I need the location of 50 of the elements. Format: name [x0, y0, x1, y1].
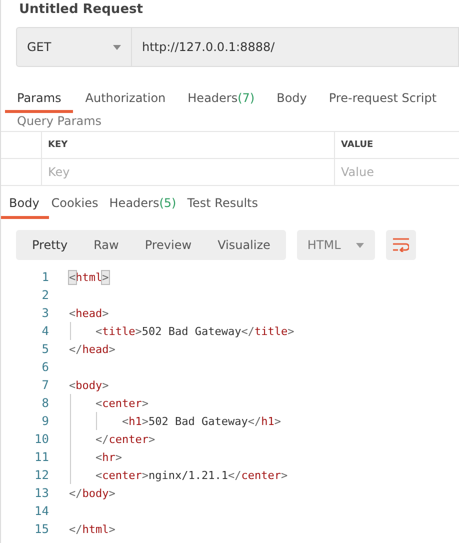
view-mode-button[interactable]: Visualize — [210, 238, 278, 252]
column-header: KEY — [41, 132, 334, 159]
response-tab[interactable]: Cookies — [51, 192, 98, 219]
column-header: VALUE — [334, 132, 459, 159]
code-line: <body> — [69, 378, 109, 392]
format-dropdown[interactable]: HTML — [297, 230, 376, 260]
line-number: 1 — [40, 270, 49, 284]
code-line: </center> — [94, 432, 156, 446]
request-title: Untitled Request — [18, 1, 144, 18]
request-tab[interactable]: Pre-request Script — [328, 87, 437, 113]
line-number: 14 — [34, 504, 49, 518]
caret-icon — [356, 242, 364, 248]
line-number: 2 — [40, 288, 49, 302]
code-line: <center>nginx/1.21.1</center> — [94, 468, 288, 482]
request-tab[interactable]: Params — [5, 87, 74, 113]
request-tab[interactable]: Authorization — [85, 87, 166, 113]
view-mode-button[interactable]: Raw — [86, 238, 127, 252]
line-number: 5 — [40, 342, 49, 356]
line-number: 4 — [40, 324, 49, 338]
response-tab[interactable]: Test Results — [187, 192, 258, 219]
line-number: 13 — [34, 486, 49, 500]
code-line: <hr> — [94, 450, 122, 464]
line-number: 6 — [40, 360, 49, 374]
view-mode-button[interactable]: Preview — [136, 238, 200, 252]
request-tab[interactable]: Body — [276, 87, 307, 113]
line-number: 15 — [34, 522, 49, 536]
code-line: </html> — [69, 522, 116, 536]
wrap-lines-button[interactable] — [386, 230, 416, 260]
caret-icon — [113, 44, 121, 50]
request-tab[interactable]: Headers(7) — [188, 87, 255, 113]
code-line: <center> — [94, 396, 148, 410]
view-mode-button[interactable]: Pretty — [24, 238, 76, 252]
code-line: </head> — [69, 342, 116, 356]
code-line: </body> — [69, 486, 116, 500]
code-line: <head> — [69, 306, 109, 320]
response-tab[interactable]: Headers(5) — [109, 192, 176, 219]
line-number: 11 — [34, 450, 49, 464]
code-line: <title>502 Bad Gateway</title> — [94, 324, 294, 338]
line-number: 7 — [40, 378, 49, 392]
method-dropdown[interactable]: GET — [16, 27, 132, 67]
url-field[interactable]: http://127.0.0.1:8888/ — [132, 27, 459, 67]
section-heading: Query Params — [16, 114, 103, 130]
line-number: 9 — [40, 414, 49, 428]
line-number: 10 — [34, 432, 49, 446]
response-tab[interactable]: Body — [1, 192, 50, 219]
wrap-lines-icon — [393, 238, 410, 252]
line-number: 8 — [40, 396, 49, 410]
line-number: 3 — [40, 306, 49, 320]
line-number: 12 — [34, 468, 49, 482]
code-line: <h1>502 Bad Gateway</h1> — [120, 414, 281, 428]
